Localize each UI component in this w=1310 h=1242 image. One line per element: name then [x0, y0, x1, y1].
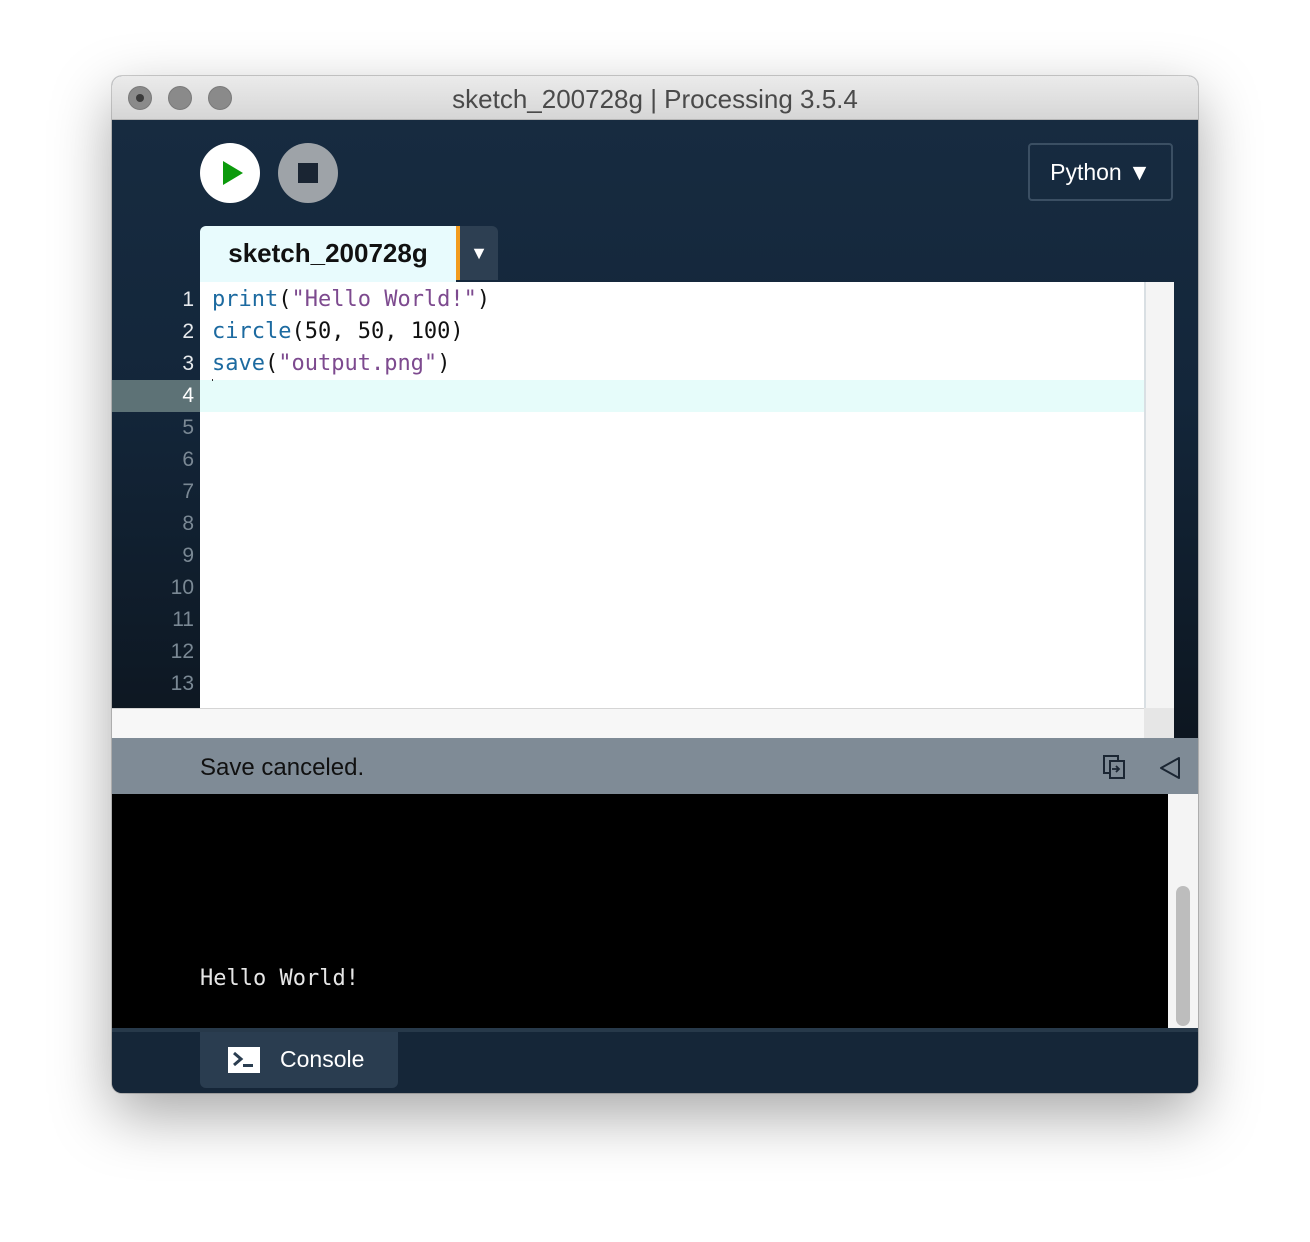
code-line: circle(50, 50, 100) [212, 316, 464, 348]
copy-icon[interactable] [1102, 754, 1126, 780]
line-number: 3 [182, 352, 194, 375]
terminal-icon [228, 1047, 260, 1073]
line-number: 10 [170, 576, 194, 599]
line-number: 13 [170, 672, 194, 695]
string-token: "output.png" [278, 351, 438, 376]
status-bar: Save canceled. [112, 738, 1198, 794]
window-title: sketch_200728g | Processing 3.5.4 [452, 84, 858, 114]
stop-button[interactable] [278, 143, 338, 203]
line-number: 7 [182, 480, 194, 503]
processing-window: sketch_200728g | Processing 3.5.4 Python… [112, 76, 1198, 1093]
stop-icon [298, 163, 318, 183]
line-number: 8 [182, 512, 194, 535]
function-token: circle [212, 319, 292, 344]
console-output-line: Hello World! [200, 966, 359, 991]
editor-area: Python ▼ sketch_200728g ▼ 1 2 3 4 5 6 7 8 9 10 11 1… [112, 120, 1198, 739]
line-number: 9 [182, 544, 194, 567]
console-tab-label: Console [280, 1046, 365, 1072]
editor-horizontal-scrollbar[interactable] [112, 708, 1144, 739]
punctuation-token: (50, 50, 100) [291, 319, 464, 344]
line-number: 6 [182, 448, 194, 471]
code-line: save("output.png") [212, 348, 450, 380]
text-caret [212, 379, 213, 381]
tab-menu-button[interactable]: ▼ [460, 226, 498, 280]
code-editor[interactable]: print("Hello World!") circle(50, 50, 100)… [200, 282, 1146, 708]
footer-bar: Console [112, 1028, 1198, 1093]
line-number: 5 [182, 416, 194, 439]
tab-label: sketch_200728g [228, 238, 428, 268]
punctuation-token: ) [437, 351, 451, 376]
punctuation-token: ) [476, 287, 491, 312]
line-number: 1 [182, 288, 194, 311]
code-line: print("Hello World!") [212, 284, 490, 316]
line-number-gutter: 1 2 3 4 5 6 7 8 9 10 11 12 13 [112, 282, 200, 712]
string-token: "Hello World!" [291, 287, 477, 312]
function-token: print [212, 287, 279, 312]
line-number: 12 [170, 640, 194, 663]
console-scrollbar[interactable] [1168, 794, 1198, 1028]
console-tab[interactable]: Console [200, 1032, 398, 1088]
line-number: 11 [172, 608, 194, 631]
function-token: save [212, 351, 265, 376]
line-number: 2 [182, 320, 194, 343]
run-button[interactable] [200, 143, 260, 203]
current-line-highlight [200, 380, 1144, 412]
line-number: 4 [182, 384, 194, 407]
punctuation-token: ( [278, 287, 292, 312]
status-message: Save canceled. [200, 754, 365, 781]
play-icon [223, 161, 243, 185]
editor-vertical-scrollbar[interactable] [1146, 282, 1174, 708]
scrollbar-corner [1144, 708, 1174, 738]
console-panel[interactable]: Hello World! [112, 794, 1168, 1028]
punctuation-token: ( [264, 351, 279, 376]
mode-selector-button[interactable]: Python ▼ [1028, 143, 1173, 201]
tab-sketch[interactable]: sketch_200728g [200, 226, 456, 282]
title-bar: sketch_200728g | Processing 3.5.4 [112, 76, 1198, 120]
collapse-triangle-icon[interactable] [1158, 756, 1182, 780]
console-scroll-thumb[interactable] [1176, 886, 1190, 1026]
